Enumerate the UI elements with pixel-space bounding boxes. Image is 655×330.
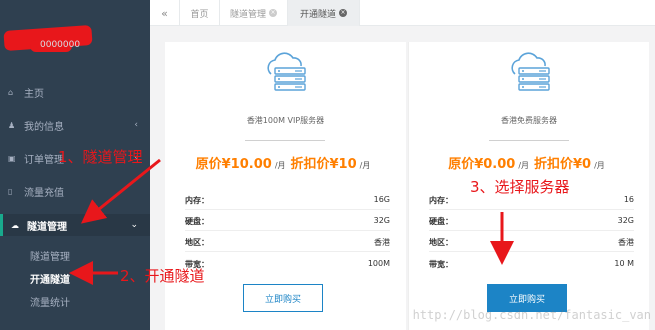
price-unit: /月 — [274, 161, 286, 170]
discount-price: 折扣价¥10 — [290, 157, 357, 172]
home-icon: ⌂ — [8, 87, 14, 97]
sidebar-item-recharge[interactable]: ▯ 流量充值 — [0, 183, 150, 199]
flow-icon: ▯ — [8, 186, 13, 196]
tab-home[interactable]: 首页 — [180, 0, 220, 26]
spec-key: 地区： — [185, 238, 209, 247]
cloud-server-icon — [267, 52, 306, 91]
cart-icon: ▣ — [8, 153, 16, 163]
spec-row: 地区： 香港 — [185, 237, 390, 248]
discount-price: 折扣价¥0 — [534, 157, 592, 172]
spec-row: 硬盘： 32G — [185, 216, 390, 227]
price-unit: /月 — [518, 161, 530, 170]
spec-value: 16G — [373, 195, 390, 204]
spec-row: 硬盘： 32G — [429, 216, 634, 227]
divider — [245, 140, 325, 141]
spec-row: 带宽： 100M — [185, 259, 390, 270]
divider — [185, 209, 390, 210]
price-row: 原价¥0.00/月 折扣价¥0/月 — [409, 153, 649, 172]
tab-scroll-left-button[interactable]: « — [150, 0, 180, 26]
price-row: 原价¥10.00/月 折扣价¥10/月 — [165, 153, 406, 172]
chevron-down-icon: ⌄ — [130, 220, 138, 230]
tab-label: 首页 — [190, 9, 209, 20]
spec-value: 香港 — [618, 238, 634, 247]
main-content: 香港100M VIP服务器 原价¥10.00/月 折扣价¥10/月 内存： 16G … — [150, 26, 655, 330]
divider — [429, 209, 634, 210]
spec-key: 硬盘： — [185, 217, 209, 226]
spec-key: 内存： — [185, 196, 209, 205]
annotation-step-1: 1、隧道管理 — [58, 148, 143, 166]
spec-row: 内存： 16G — [185, 195, 390, 206]
spec-key: 地区： — [429, 238, 453, 247]
original-price: 原价¥0.00 — [448, 157, 516, 172]
sidebar-item-home[interactable]: ⌂ 主页 — [0, 84, 150, 100]
spec-value: 16 — [623, 195, 634, 204]
divider — [185, 251, 390, 252]
spec-key: 硬盘： — [429, 217, 453, 226]
spec-key: 带宽： — [429, 260, 453, 269]
watermark: http://blog.csdn.net/fantasic_van — [412, 308, 651, 322]
submenu-item-traffic-stats[interactable]: 流量统计 — [30, 294, 70, 309]
tab-bar: « 首页 隧道管理 × 开通隧道 × — [150, 0, 655, 26]
spec-value: 10 M — [614, 259, 634, 268]
sidebar-item-label: 流量充值 — [24, 187, 64, 199]
spec-value: 100M — [367, 259, 390, 268]
close-icon[interactable]: × — [269, 9, 277, 17]
divider — [185, 230, 390, 231]
original-price: 原价¥10.00 — [195, 157, 272, 172]
profile-subtext: 0000000 — [40, 40, 81, 50]
tab-label: 开通隧道 — [299, 9, 336, 20]
price-unit: /月 — [594, 161, 605, 170]
spec-row: 带宽： 10 M — [429, 259, 634, 270]
price-unit: /月 — [359, 161, 371, 170]
tab-label: 隧道管理 — [229, 9, 266, 20]
submenu-item-open-tunnel[interactable]: 开通隧道 — [30, 271, 70, 286]
tab-open-tunnel[interactable]: 开通隧道 × — [288, 0, 360, 26]
sidebar-item-tunnels[interactable]: ☁ 隧道管理 ⌄ — [0, 214, 150, 236]
divider — [429, 230, 634, 231]
spec-row: 地区： 香港 — [429, 237, 634, 248]
sidebar-item-label: 主页 — [24, 88, 44, 100]
user-icon: ♟ — [8, 120, 16, 130]
sidebar-item-my-info[interactable]: ♟ 我的信息 ‹ — [0, 117, 150, 133]
annotation-step-2: 2、开通隧道 — [120, 267, 205, 285]
submenu-item-tunnel-manage[interactable]: 隧道管理 — [30, 248, 70, 263]
spec-key: 内存： — [429, 196, 453, 205]
divider — [489, 140, 569, 141]
buy-now-button[interactable]: 立即购买 — [243, 284, 323, 312]
plan-card: 香港100M VIP服务器 原价¥10.00/月 折扣价¥10/月 内存： 16G … — [165, 42, 406, 330]
cloud-server-icon — [511, 52, 550, 91]
plan-name: 香港100M VIP服务器 — [246, 116, 325, 125]
spec-value: 32G — [373, 216, 390, 225]
tab-tunnel-manage[interactable]: 隧道管理 × — [220, 0, 288, 26]
sidebar-item-label: 我的信息 — [24, 121, 64, 133]
cloud-icon: ☁ — [11, 220, 19, 230]
chevron-left-icon: ‹ — [134, 120, 138, 130]
spec-value: 32G — [617, 216, 634, 225]
close-icon[interactable]: × — [339, 9, 347, 17]
sidebar-item-label: 隧道管理 — [27, 221, 67, 233]
plan-name: 香港免费服务器 — [501, 116, 557, 125]
profile-area: 0000000 — [0, 0, 150, 62]
divider — [429, 251, 634, 252]
annotation-step-3: 3、选择服务器 — [470, 178, 570, 196]
spec-value: 香港 — [374, 238, 390, 247]
